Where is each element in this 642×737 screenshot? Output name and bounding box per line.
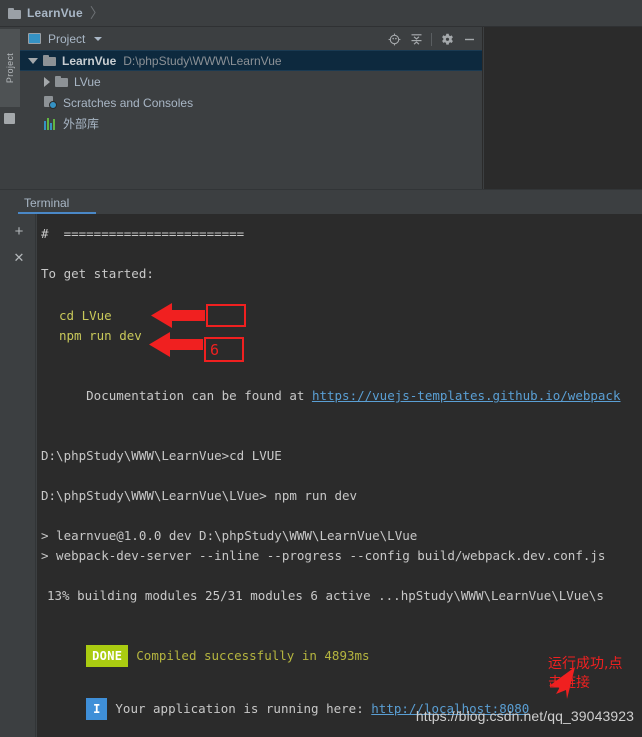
new-terminal-session-icon[interactable]: + [10, 222, 28, 240]
tool-window-button-project[interactable]: Project [0, 29, 20, 107]
terminal-line: npm run dev [59, 328, 142, 343]
collapse-all-icon[interactable] [405, 29, 427, 50]
breadcrumb-label[interactable]: LearnVue [27, 6, 83, 20]
tree-row[interactable]: Scratches and Consoles [20, 92, 482, 113]
folder-icon [55, 76, 68, 87]
watermark: https://blog.csdn.net/qq_39043923 [415, 708, 634, 724]
terminal-line: D:\phpStudy\WWW\LearnVue>cd LVUE [41, 448, 282, 463]
editor-area [484, 27, 642, 189]
terminal-line-done: DONE Compiled successfully in 4893ms [41, 625, 370, 667]
hide-minimize-icon[interactable] [458, 29, 480, 50]
tree-node-label: LVue [74, 74, 101, 89]
tree-node-path: D:\phpStudy\WWW\LearnVue [123, 53, 282, 68]
project-icon [28, 33, 41, 44]
terminal-line: cd LVue [59, 308, 112, 323]
terminal-line: > learnvue@1.0.0 dev D:\phpStudy\WWW\Lea… [41, 528, 418, 543]
terminal-line: # ======================== [41, 226, 245, 241]
breadcrumb-separator-icon: 〉 [89, 5, 104, 21]
tree-row[interactable]: LearnVue D:\phpStudy\WWW\LearnVue [20, 50, 482, 71]
status-badge-done: DONE [86, 645, 129, 667]
status-badge-info: I [86, 698, 108, 720]
chevron-down-icon[interactable] [94, 36, 103, 41]
folder-icon [43, 55, 56, 66]
toolbar-separator [431, 33, 432, 46]
external-libraries-icon [44, 117, 58, 130]
chevron-right-icon[interactable] [44, 76, 50, 87]
left-tool-strip: Project [0, 27, 21, 189]
project-tool-window: Project LearnVue D:\phpStudy\WWW\LearnVu… [20, 27, 483, 189]
info-message: Your application is running here: [115, 701, 372, 716]
project-tree: LearnVue D:\phpStudy\WWW\LearnVue LVue S… [20, 50, 482, 134]
terminal-line: D:\phpStudy\WWW\LearnVue\LVue> npm run d… [41, 488, 358, 503]
chevron-down-icon[interactable] [28, 57, 38, 64]
tree-node-label: 外部库 [63, 117, 100, 131]
done-message: Compiled successfully in 4893ms [136, 648, 370, 663]
close-terminal-session-icon[interactable]: ✕ [10, 248, 28, 266]
locate-target-icon[interactable] [383, 29, 405, 50]
terminal-gutter: + ✕ [0, 214, 36, 737]
tree-node-label: Scratches and Consoles [63, 95, 194, 110]
folder-icon [8, 7, 21, 19]
project-panel-toolbar [383, 29, 480, 50]
breadcrumb: LearnVue 〉 [0, 0, 642, 27]
terminal-tab-bar: Terminal [0, 189, 642, 214]
terminal-line: > webpack-dev-server --inline --progress… [41, 548, 606, 563]
terminal-output[interactable]: # ======================== To get starte… [37, 214, 642, 737]
tree-row[interactable]: 外部库 [20, 113, 482, 134]
tree-row[interactable]: LVue [20, 71, 482, 92]
settings-gear-icon[interactable] [436, 29, 458, 50]
tree-node-label: LearnVue [62, 53, 117, 68]
project-panel-title[interactable]: Project [48, 32, 85, 46]
tool-window-button-label: Project [5, 52, 15, 84]
terminal-line: To get started: [41, 266, 154, 281]
structure-tool-icon[interactable] [4, 113, 15, 124]
scratches-icon [44, 96, 58, 109]
documentation-link[interactable]: https://vuejs-templates.github.io/webpac… [312, 388, 621, 403]
terminal-line-text: Documentation can be found at [86, 388, 312, 403]
tab-terminal-label: Terminal [24, 195, 70, 210]
terminal-line-info: I Your application is running here: http:… [41, 678, 529, 720]
ide-window: LearnVue 〉 Project Project LearnVue D:\p… [0, 0, 642, 737]
terminal-line-documentation: Documentation can be found at https://vu… [41, 366, 620, 403]
terminal-line: 13% building modules 25/31 modules 6 act… [47, 588, 604, 603]
